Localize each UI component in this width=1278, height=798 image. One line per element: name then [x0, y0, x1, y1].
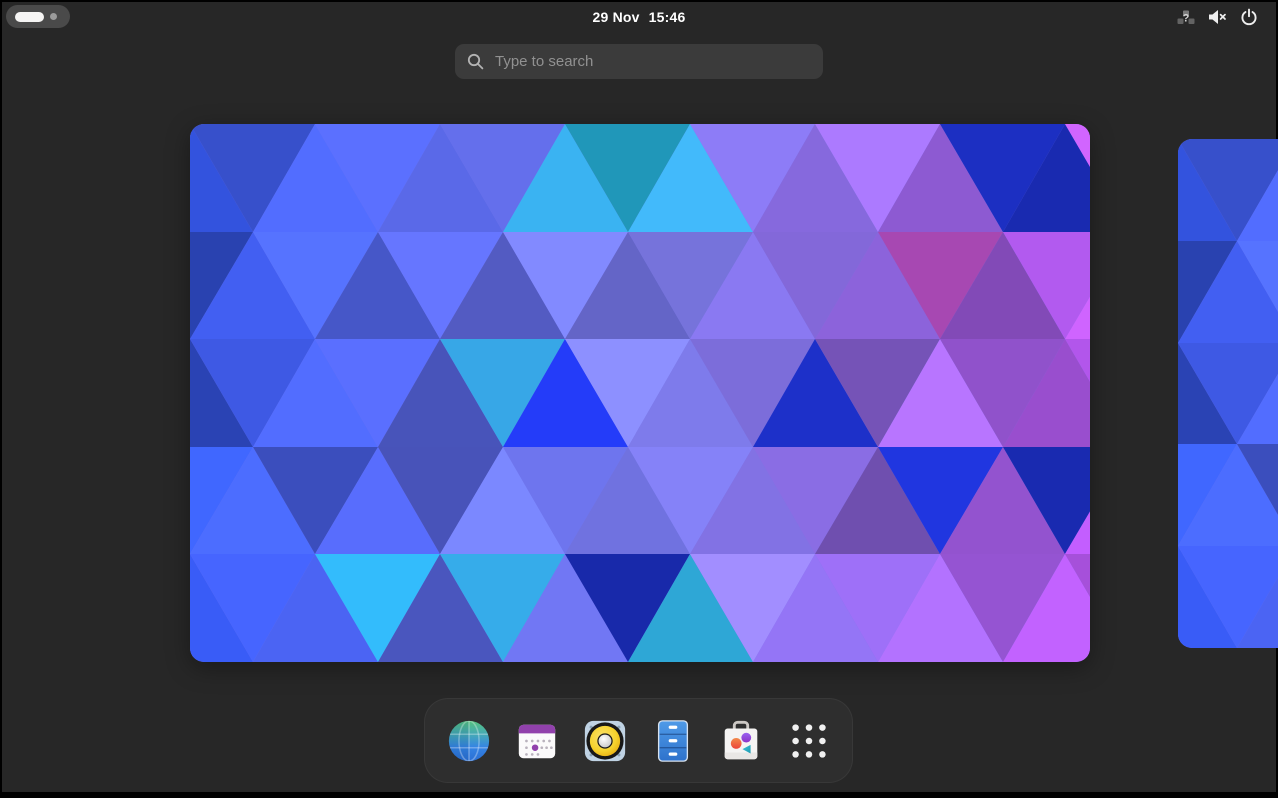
clock-date: 29 Nov	[593, 9, 640, 25]
wallpaper-workspace-2	[1178, 139, 1278, 648]
app-grid-icon	[786, 718, 832, 764]
workspace-thumbnail-1[interactable]	[190, 124, 1090, 662]
top-bar: 29 Nov 15:46 ?	[2, 2, 1276, 32]
volume-muted-icon	[1208, 9, 1227, 25]
dock-app-music[interactable]	[582, 718, 628, 764]
quick-settings-button[interactable]: ?	[1171, 2, 1264, 32]
power-icon	[1240, 8, 1258, 26]
dock-app-calendar[interactable]	[514, 718, 560, 764]
workspace-indicator-pill[interactable]	[6, 5, 70, 28]
network-unknown-icon: ?	[1177, 9, 1195, 26]
workspace-thumbnail-2[interactable]	[1178, 139, 1278, 648]
dash-dock	[424, 698, 853, 783]
dock-app-software[interactable]	[718, 718, 764, 764]
wallpaper-workspace-1	[190, 124, 1090, 662]
inactive-workspace-dot[interactable]	[50, 13, 57, 20]
clock-time: 15:46	[649, 9, 686, 25]
clock-button[interactable]: 29 Nov 15:46	[583, 2, 696, 32]
svg-text:?: ?	[1183, 12, 1190, 24]
software-bag-icon	[718, 718, 764, 764]
dock-app-files[interactable]	[650, 718, 696, 764]
file-cabinet-icon	[650, 718, 696, 764]
search-input[interactable]	[493, 52, 811, 71]
speaker-music-icon	[582, 718, 628, 764]
search-field[interactable]	[455, 44, 823, 79]
search-icon	[467, 53, 484, 70]
calendar-icon	[514, 718, 560, 764]
active-workspace-dot[interactable]	[15, 12, 44, 22]
web-globe-icon	[446, 718, 492, 764]
gnome-activities-overview: 29 Nov 15:46 ?	[0, 0, 1278, 798]
dock-app-web[interactable]	[446, 718, 492, 764]
dock-show-apps[interactable]	[786, 718, 832, 764]
